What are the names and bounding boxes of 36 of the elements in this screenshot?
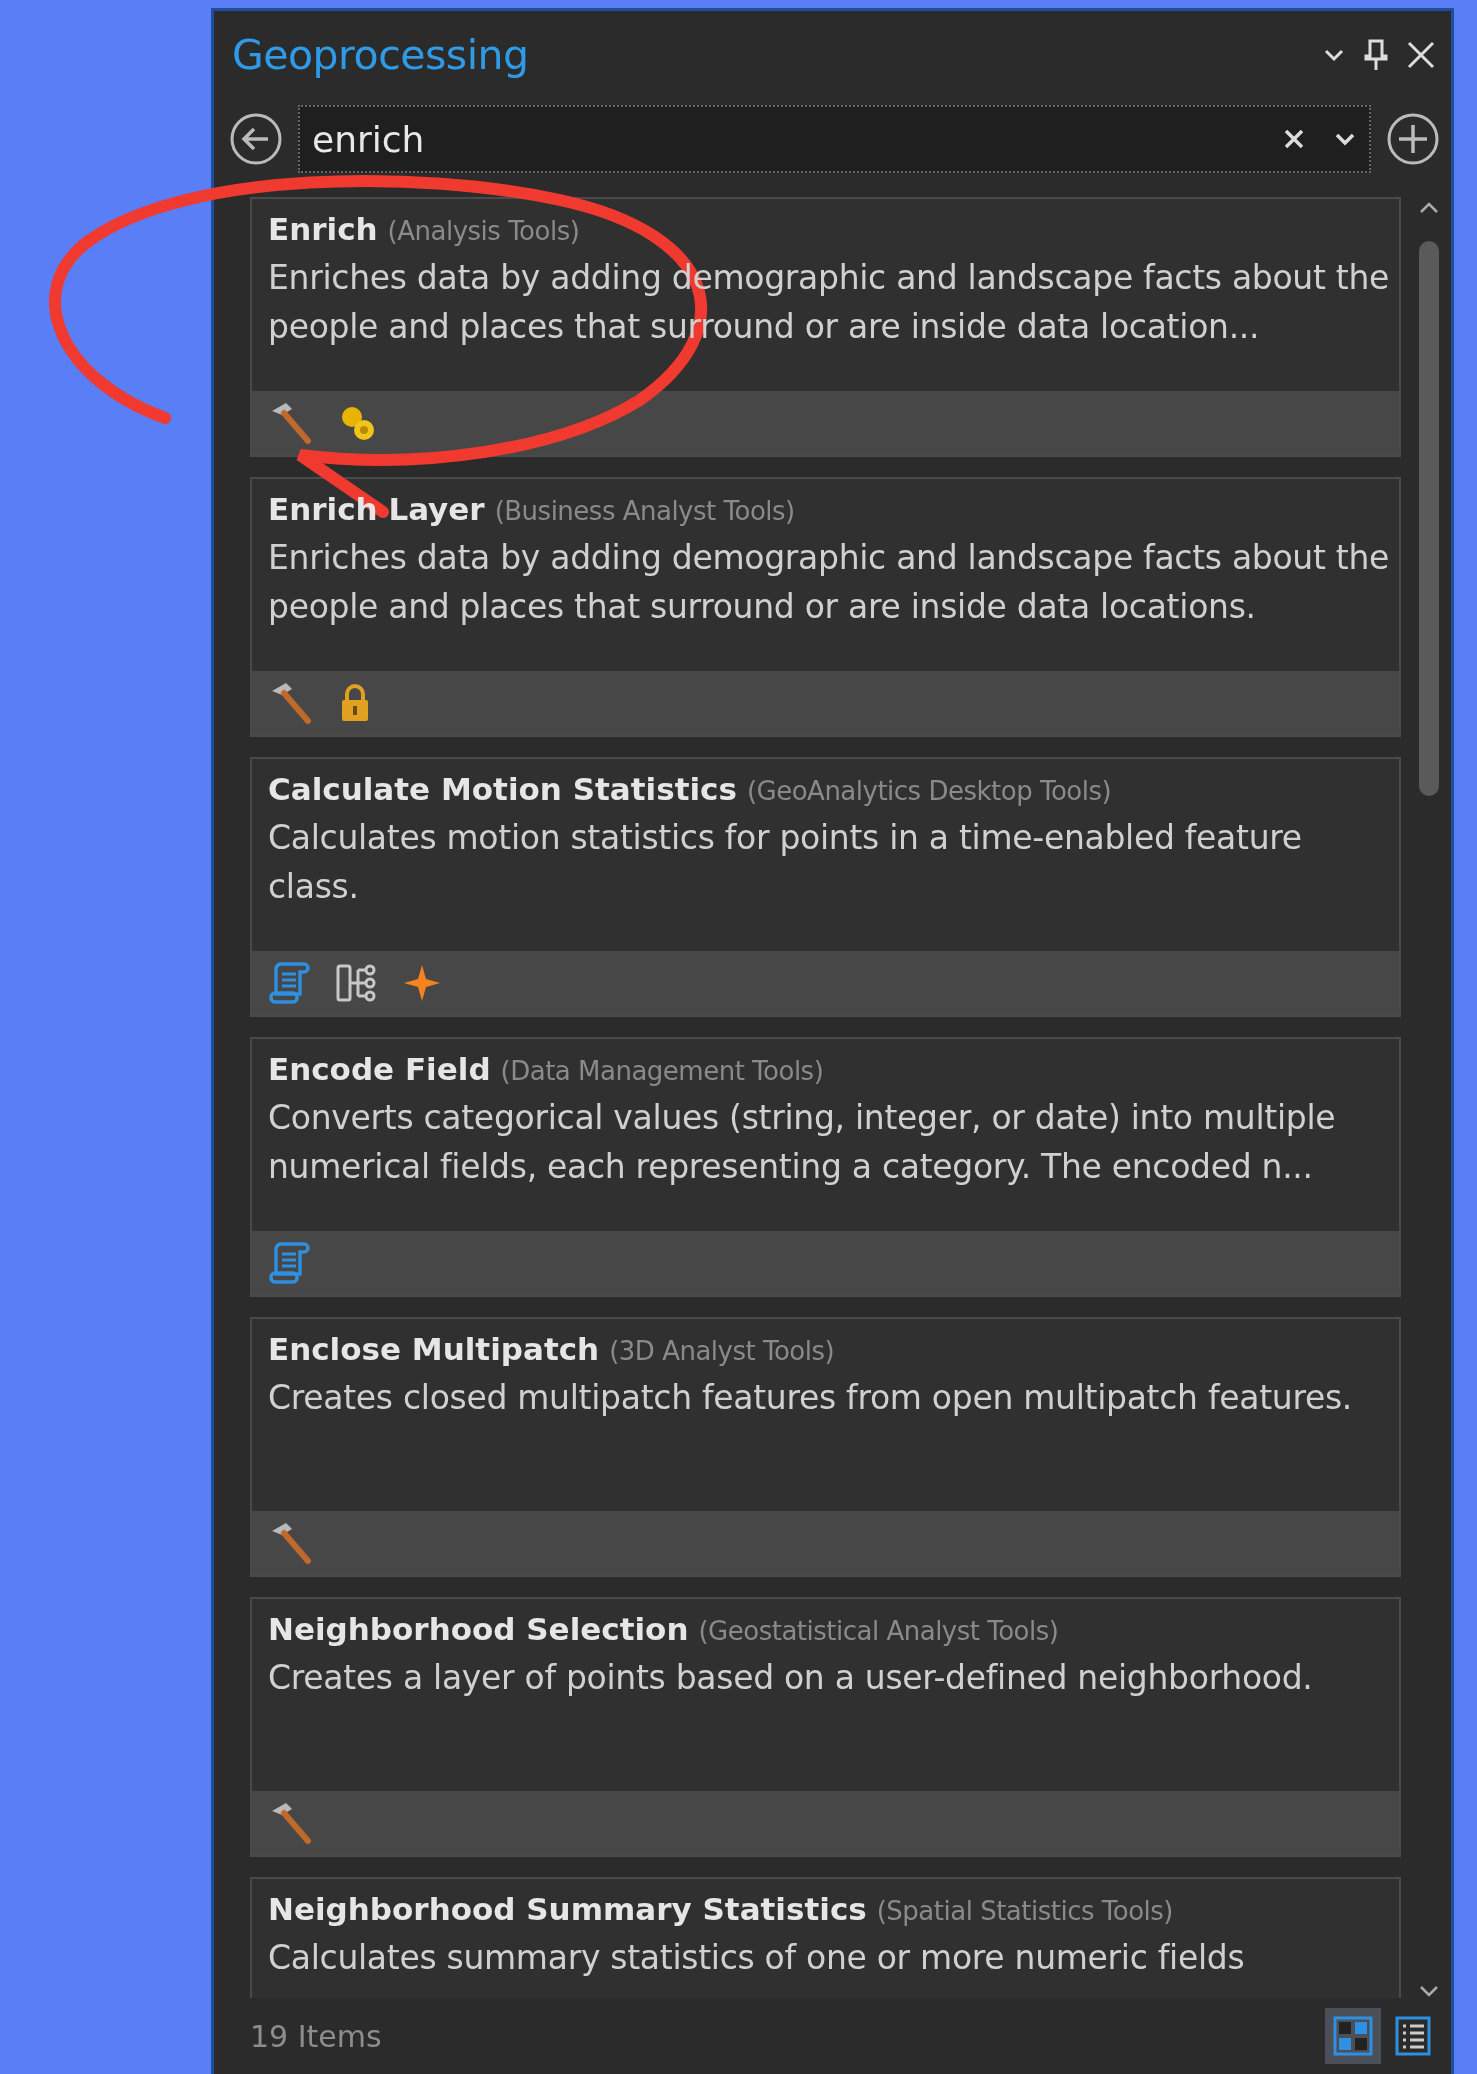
grid-view-button[interactable] <box>1325 2008 1381 2064</box>
tool-name[interactable]: Neighborhood Selection <box>268 1611 689 1647</box>
pin-icon[interactable] <box>1363 38 1389 72</box>
tool-description: Converts categorical values (string, integer, or date) into multiple numerical fields, each representing a category. The encoded n... <box>268 1097 1337 1188</box>
close-icon[interactable] <box>1405 39 1437 71</box>
scroll-icon <box>268 1240 310 1286</box>
scroll-down-icon[interactable] <box>1418 1984 1440 1998</box>
tool-description: Enriches data by adding demographic and landscape facts about the people and places that surround or are inside data locations. <box>268 537 1391 628</box>
tool-description: Creates a layer of points based on a user-defined neighborhood. <box>268 1657 1314 1699</box>
toolbox-label: (Geostatistical Analyst Tools) <box>698 1616 1059 1646</box>
tool-name[interactable]: Neighborhood Summary Statistics <box>268 1891 867 1927</box>
scroll-up-icon[interactable] <box>1418 201 1440 215</box>
toolbox-label: (Data Management Tools) <box>500 1056 824 1086</box>
scroll-icon <box>268 960 310 1006</box>
clear-icon[interactable] <box>1283 128 1305 150</box>
add-icon[interactable] <box>1385 111 1441 167</box>
toolbox-label: (Spatial Statistics Tools) <box>876 1896 1173 1926</box>
tool-name[interactable]: Enclose Multipatch <box>268 1331 600 1367</box>
tool-description: Calculates summary statistics of one or more numeric fields <box>268 1937 1246 1979</box>
tool-description: Calculates motion statistics for points in a time-enabled feature class. <box>268 817 1303 908</box>
scrollbar-thumb[interactable] <box>1419 241 1439 796</box>
search-field[interactable]: enrich <box>298 105 1371 173</box>
toolbox-label: (3D Analyst Tools) <box>609 1336 835 1366</box>
search-input[interactable]: enrich <box>312 118 1267 160</box>
toolbox-label: (Business Analyst Tools) <box>494 496 795 526</box>
tool-description: Creates closed multipatch features from open multipatch features. <box>268 1377 1354 1419</box>
toolbox-label: (GeoAnalytics Desktop Tools) <box>746 776 1112 806</box>
back-icon[interactable] <box>228 111 284 167</box>
model-icon <box>334 962 378 1004</box>
tool-name[interactable]: Calculate Motion Statistics <box>268 771 737 807</box>
tool-name[interactable]: Enrich <box>268 211 378 247</box>
panel-title: Geoprocessing <box>232 31 530 79</box>
tool-name[interactable]: Encode Field <box>268 1051 491 1087</box>
toolbox-label: (Analysis Tools) <box>387 216 580 246</box>
item-count: 19 Items <box>250 2018 383 2054</box>
tool-name[interactable]: Enrich Layer <box>268 491 485 527</box>
